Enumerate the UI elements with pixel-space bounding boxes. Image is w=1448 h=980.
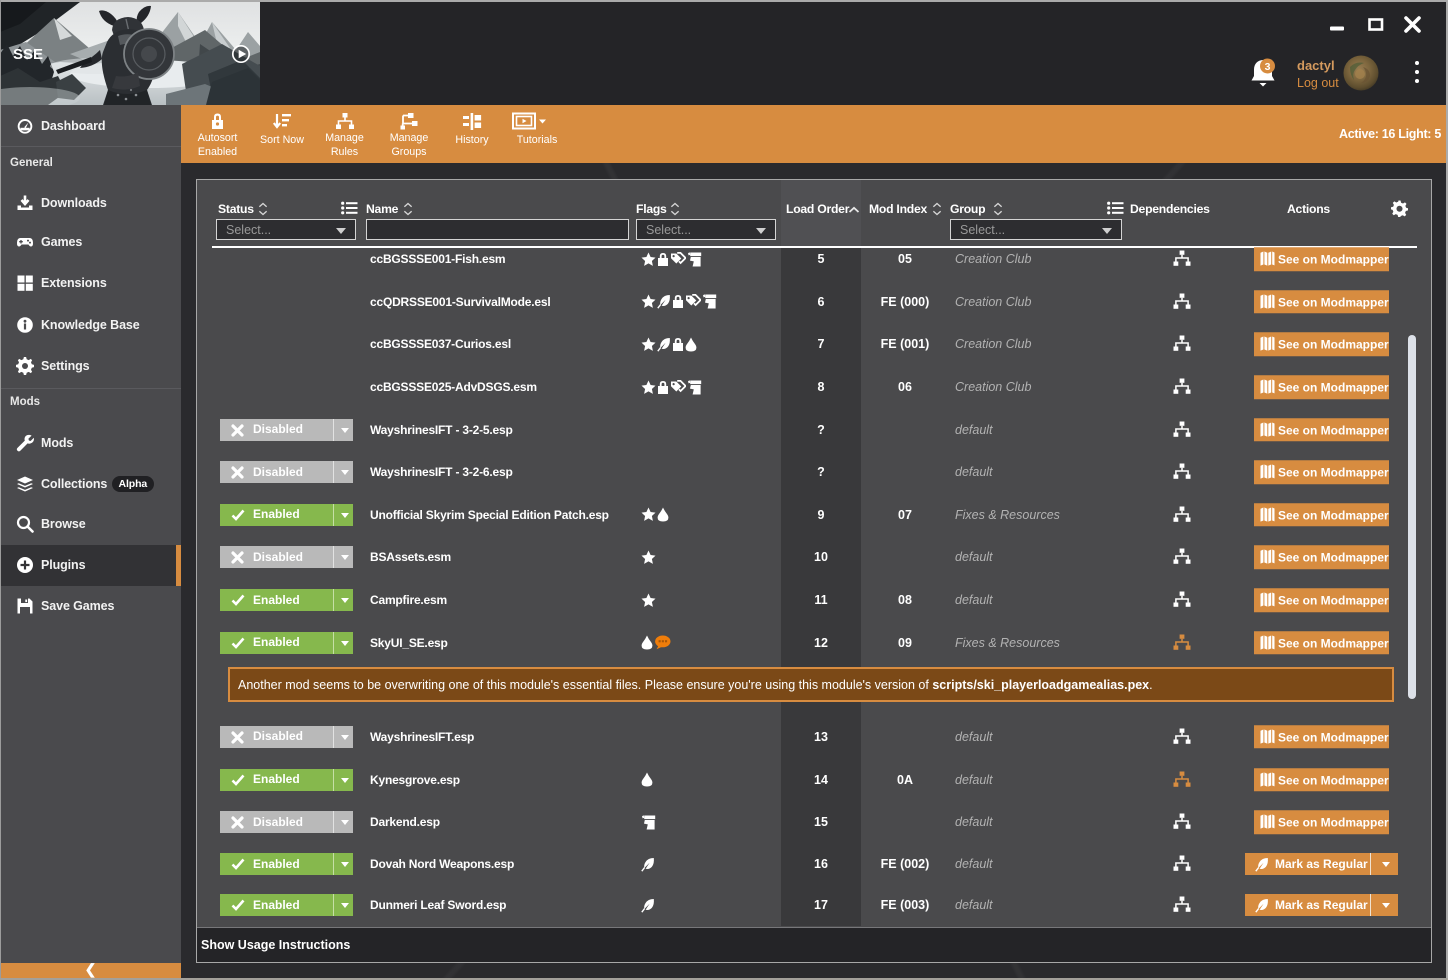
svg-text:3: 3 [1265, 61, 1271, 73]
svg-text:SSE: SSE [13, 46, 43, 63]
